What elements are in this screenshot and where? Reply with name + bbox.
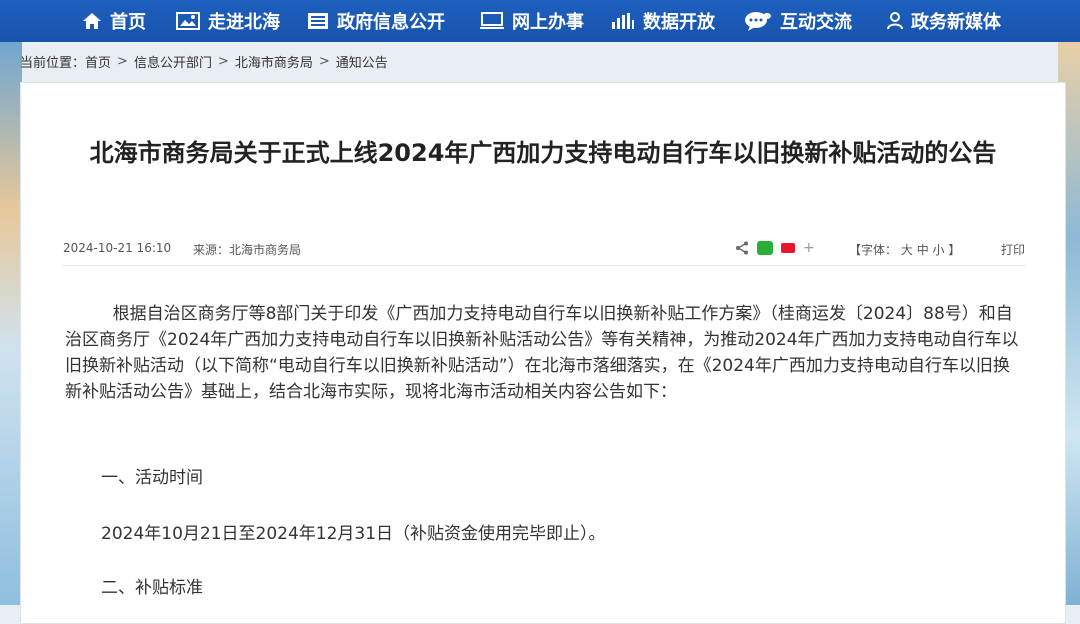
breadcrumb-link-commerce-bureau[interactable]: 北海市商务局 xyxy=(235,52,313,71)
breadcrumb-separator: > xyxy=(318,54,330,69)
article-body: 根据自治区商务厅等8部门关于印发《广西加力支持电动自行车以旧换新补贴工作方案》（… xyxy=(65,301,1021,405)
more-share-button[interactable]: + xyxy=(803,240,815,256)
nav-item-interaction[interactable]: 互动交流 xyxy=(744,0,852,42)
nav-item-label: 数据开放 xyxy=(643,12,715,33)
section-text: 2024年10月21日至2024年12月31日（补贴资金使用完毕即止）。 xyxy=(101,524,606,544)
font-size-label: 【字体： xyxy=(849,243,898,257)
nav-item-gov-info[interactable]: 政府信息公开 xyxy=(307,0,445,42)
monitor-icon xyxy=(480,12,504,29)
nav-item-open-data[interactable]: 数据开放 xyxy=(611,0,715,42)
breadcrumb-link-notices[interactable]: 通知公告 xyxy=(336,52,388,71)
bar-chart-icon xyxy=(612,13,634,29)
top-navigation-bar: 首页 走进北海 政府信息公开 网上办事 数据开放 互动交流 政务新媒体 xyxy=(0,0,1080,42)
font-size-close: 】 xyxy=(948,243,961,257)
user-icon xyxy=(887,12,903,30)
chat-bubble-icon xyxy=(745,12,771,31)
breadcrumb-separator: > xyxy=(117,54,128,69)
breadcrumb-link-home[interactable]: 首页 xyxy=(85,52,111,71)
meta-divider xyxy=(63,265,1025,266)
decorative-left-banner xyxy=(0,40,22,605)
nav-item-home[interactable]: 首页 xyxy=(82,0,146,42)
article-card: 北海市商务局关于正式上线2024年广西加力支持电动自行车以旧换新补贴活动的公告 … xyxy=(20,82,1066,624)
breadcrumb-prefix: 当前位置： xyxy=(20,56,86,71)
nav-item-label: 首页 xyxy=(110,12,146,33)
section-heading: 二、补贴标准 xyxy=(101,578,203,598)
section-heading: 一、活动时间 xyxy=(101,468,203,488)
article-paragraph: 根据自治区商务厅等8部门关于印发《广西加力支持电动自行车以旧换新补贴工作方案》（… xyxy=(65,304,1019,402)
breadcrumb: 当前位置： 首页 > 信息公开部门 > 北海市商务局 > 通知公告 xyxy=(20,52,388,71)
article-meta: 2024-10-21 16:10 来源：北海市商务局 + 【字体： 大 中 小 … xyxy=(63,238,1025,260)
nav-item-label: 政府信息公开 xyxy=(337,12,445,33)
document-icon xyxy=(308,13,328,29)
font-size-control: 【字体： 大 中 小 】 xyxy=(849,241,960,258)
nav-item-label: 网上办事 xyxy=(512,12,584,33)
font-size-small[interactable]: 小 xyxy=(933,243,945,257)
share-icon[interactable] xyxy=(735,241,749,255)
nav-item-online-services[interactable]: 网上办事 xyxy=(480,0,584,42)
share-bar: + xyxy=(735,240,823,256)
print-button[interactable]: 打印 xyxy=(1001,241,1025,258)
wechat-icon[interactable] xyxy=(757,241,773,255)
breadcrumb-link-info-dept[interactable]: 信息公开部门 xyxy=(134,52,212,71)
nav-item-label: 政务新媒体 xyxy=(911,12,1001,33)
nav-item-label: 走进北海 xyxy=(208,12,280,33)
font-size-large[interactable]: 大 xyxy=(901,243,913,257)
nav-item-about-beihai[interactable]: 走进北海 xyxy=(176,0,280,42)
font-size-medium[interactable]: 中 xyxy=(917,243,929,257)
breadcrumb-separator: > xyxy=(217,54,229,69)
home-icon xyxy=(83,13,101,29)
publish-date: 2024-10-21 16:10 xyxy=(63,241,172,255)
nav-item-new-media[interactable]: 政务新媒体 xyxy=(887,0,1001,42)
article-source: 来源：北海市商务局 xyxy=(193,243,302,257)
picture-icon xyxy=(176,12,200,30)
nav-item-label: 互动交流 xyxy=(780,12,852,33)
weibo-icon[interactable] xyxy=(781,243,795,253)
article-title: 北海市商务局关于正式上线2024年广西加力支持电动自行车以旧换新补贴活动的公告 xyxy=(89,139,997,167)
